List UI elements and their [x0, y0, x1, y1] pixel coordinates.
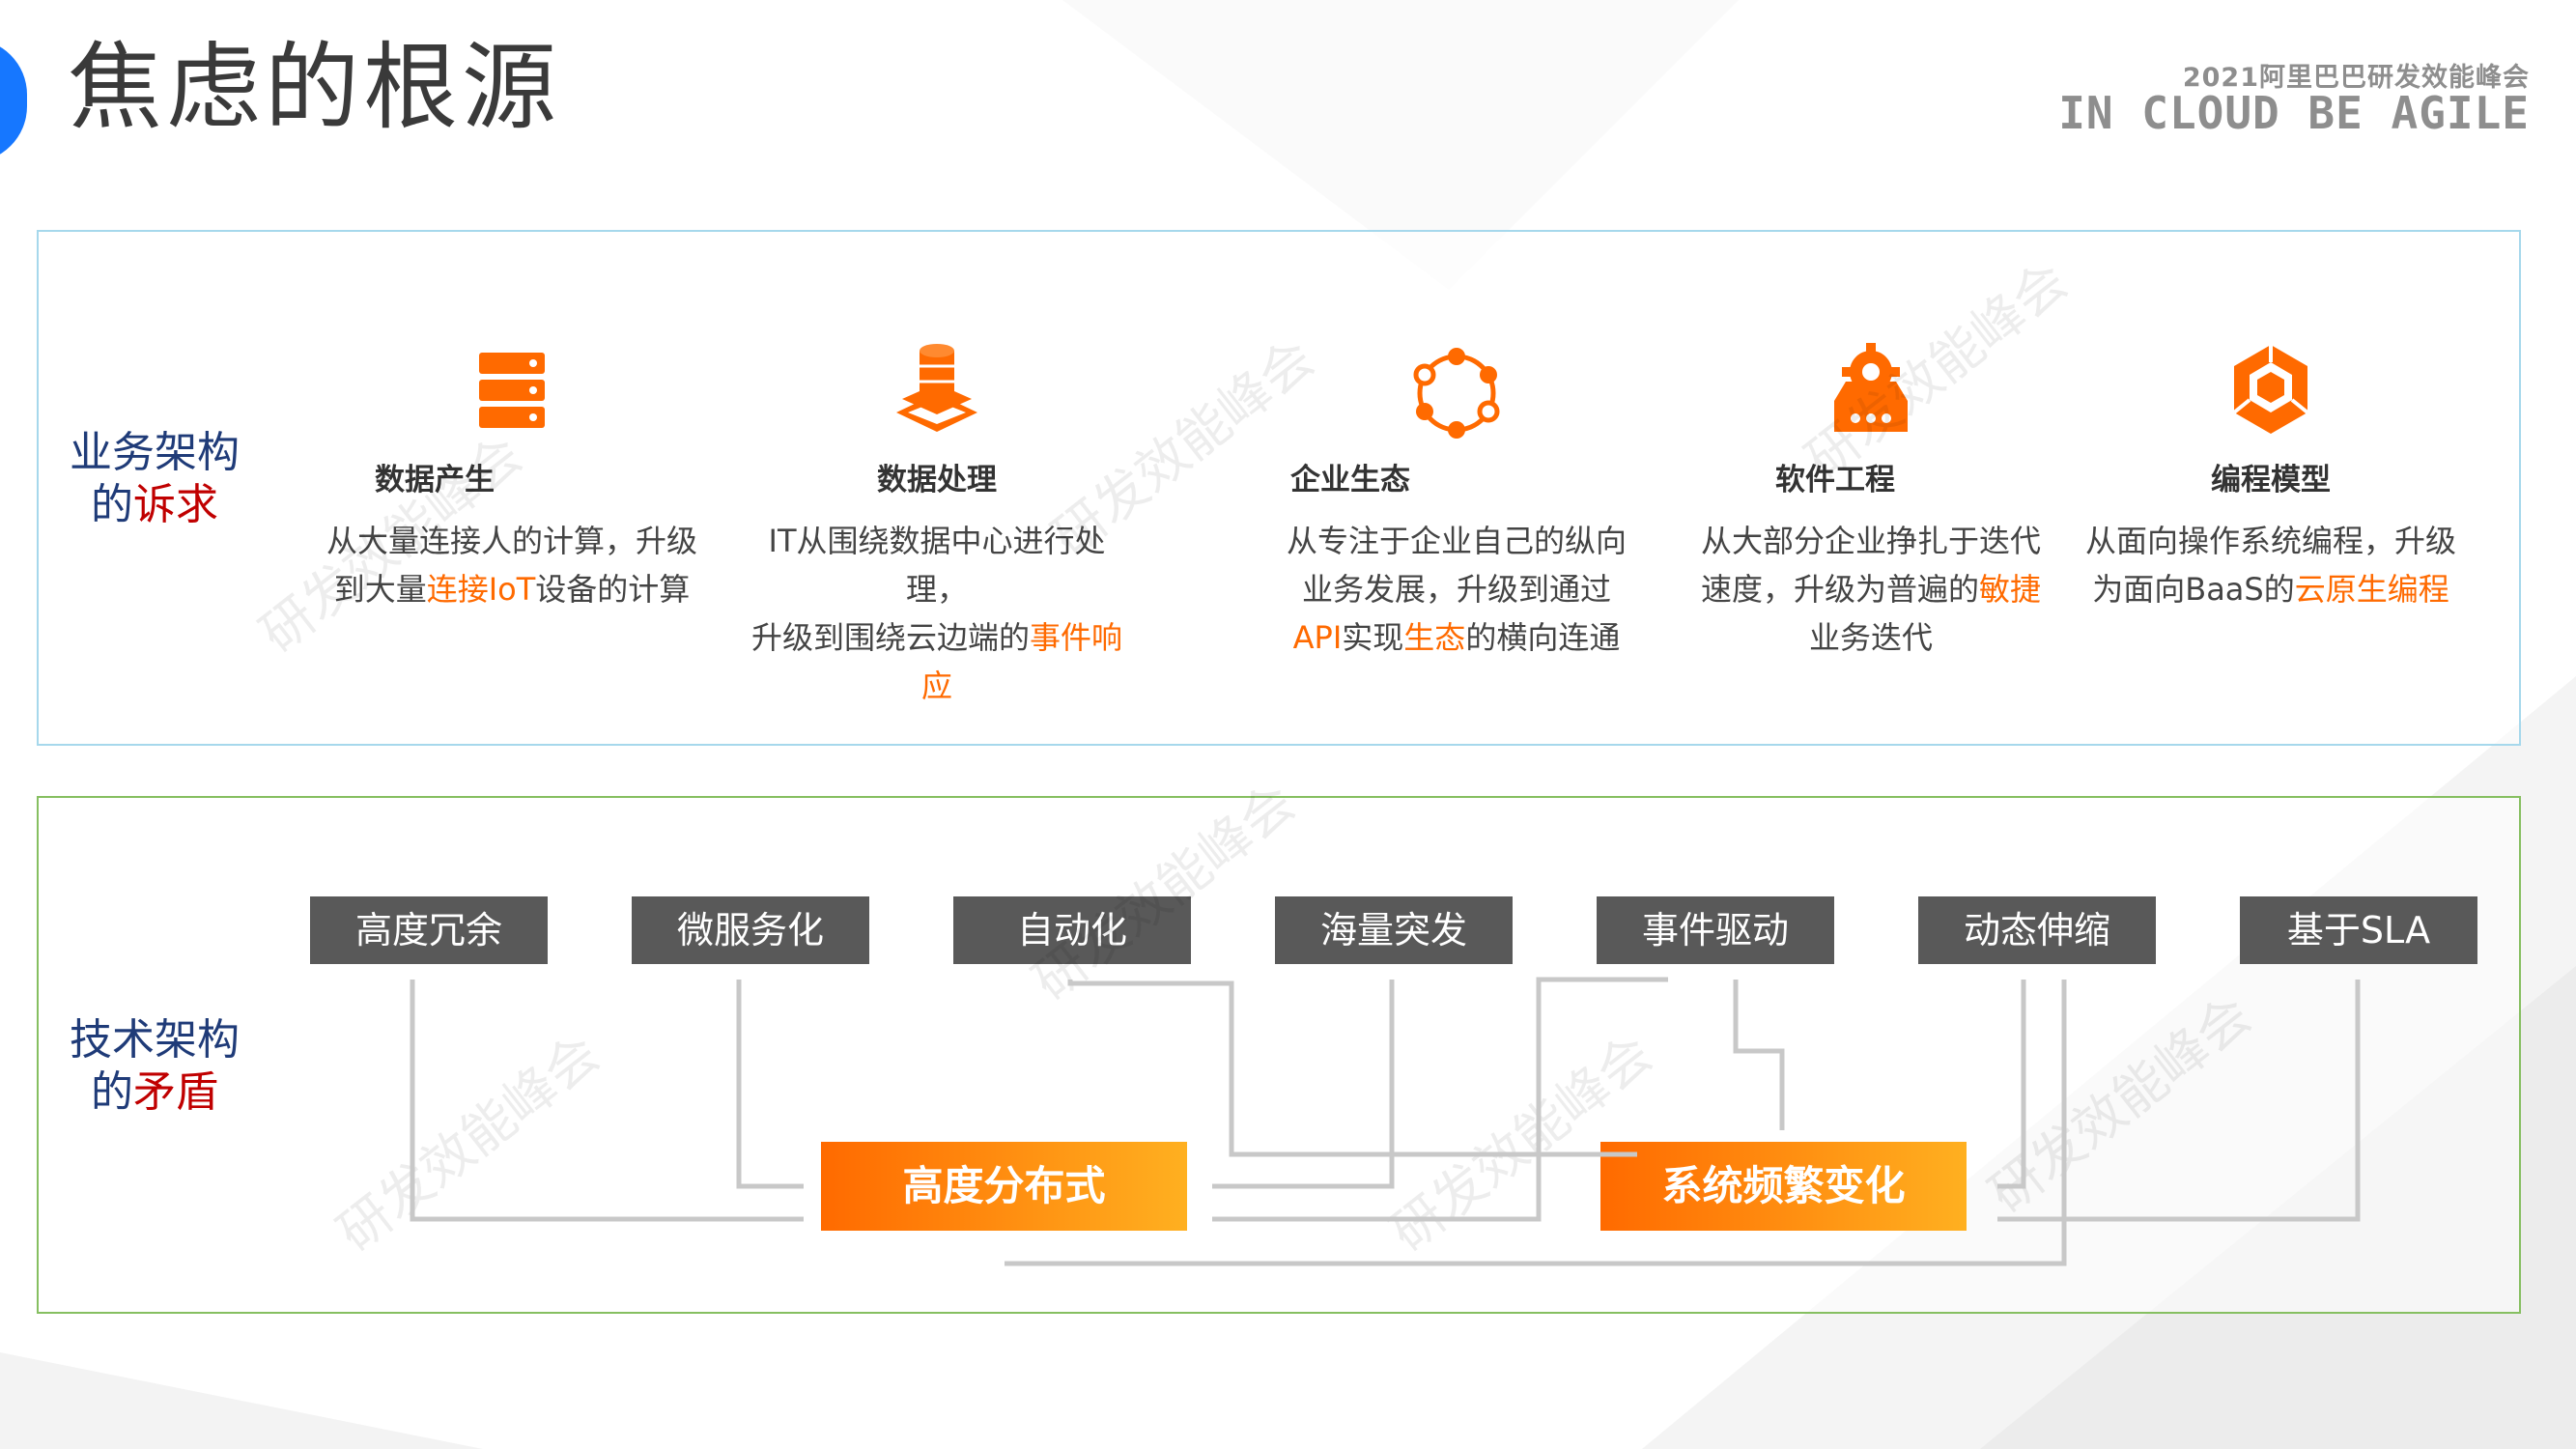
connector-lines	[410, 977, 2361, 1266]
